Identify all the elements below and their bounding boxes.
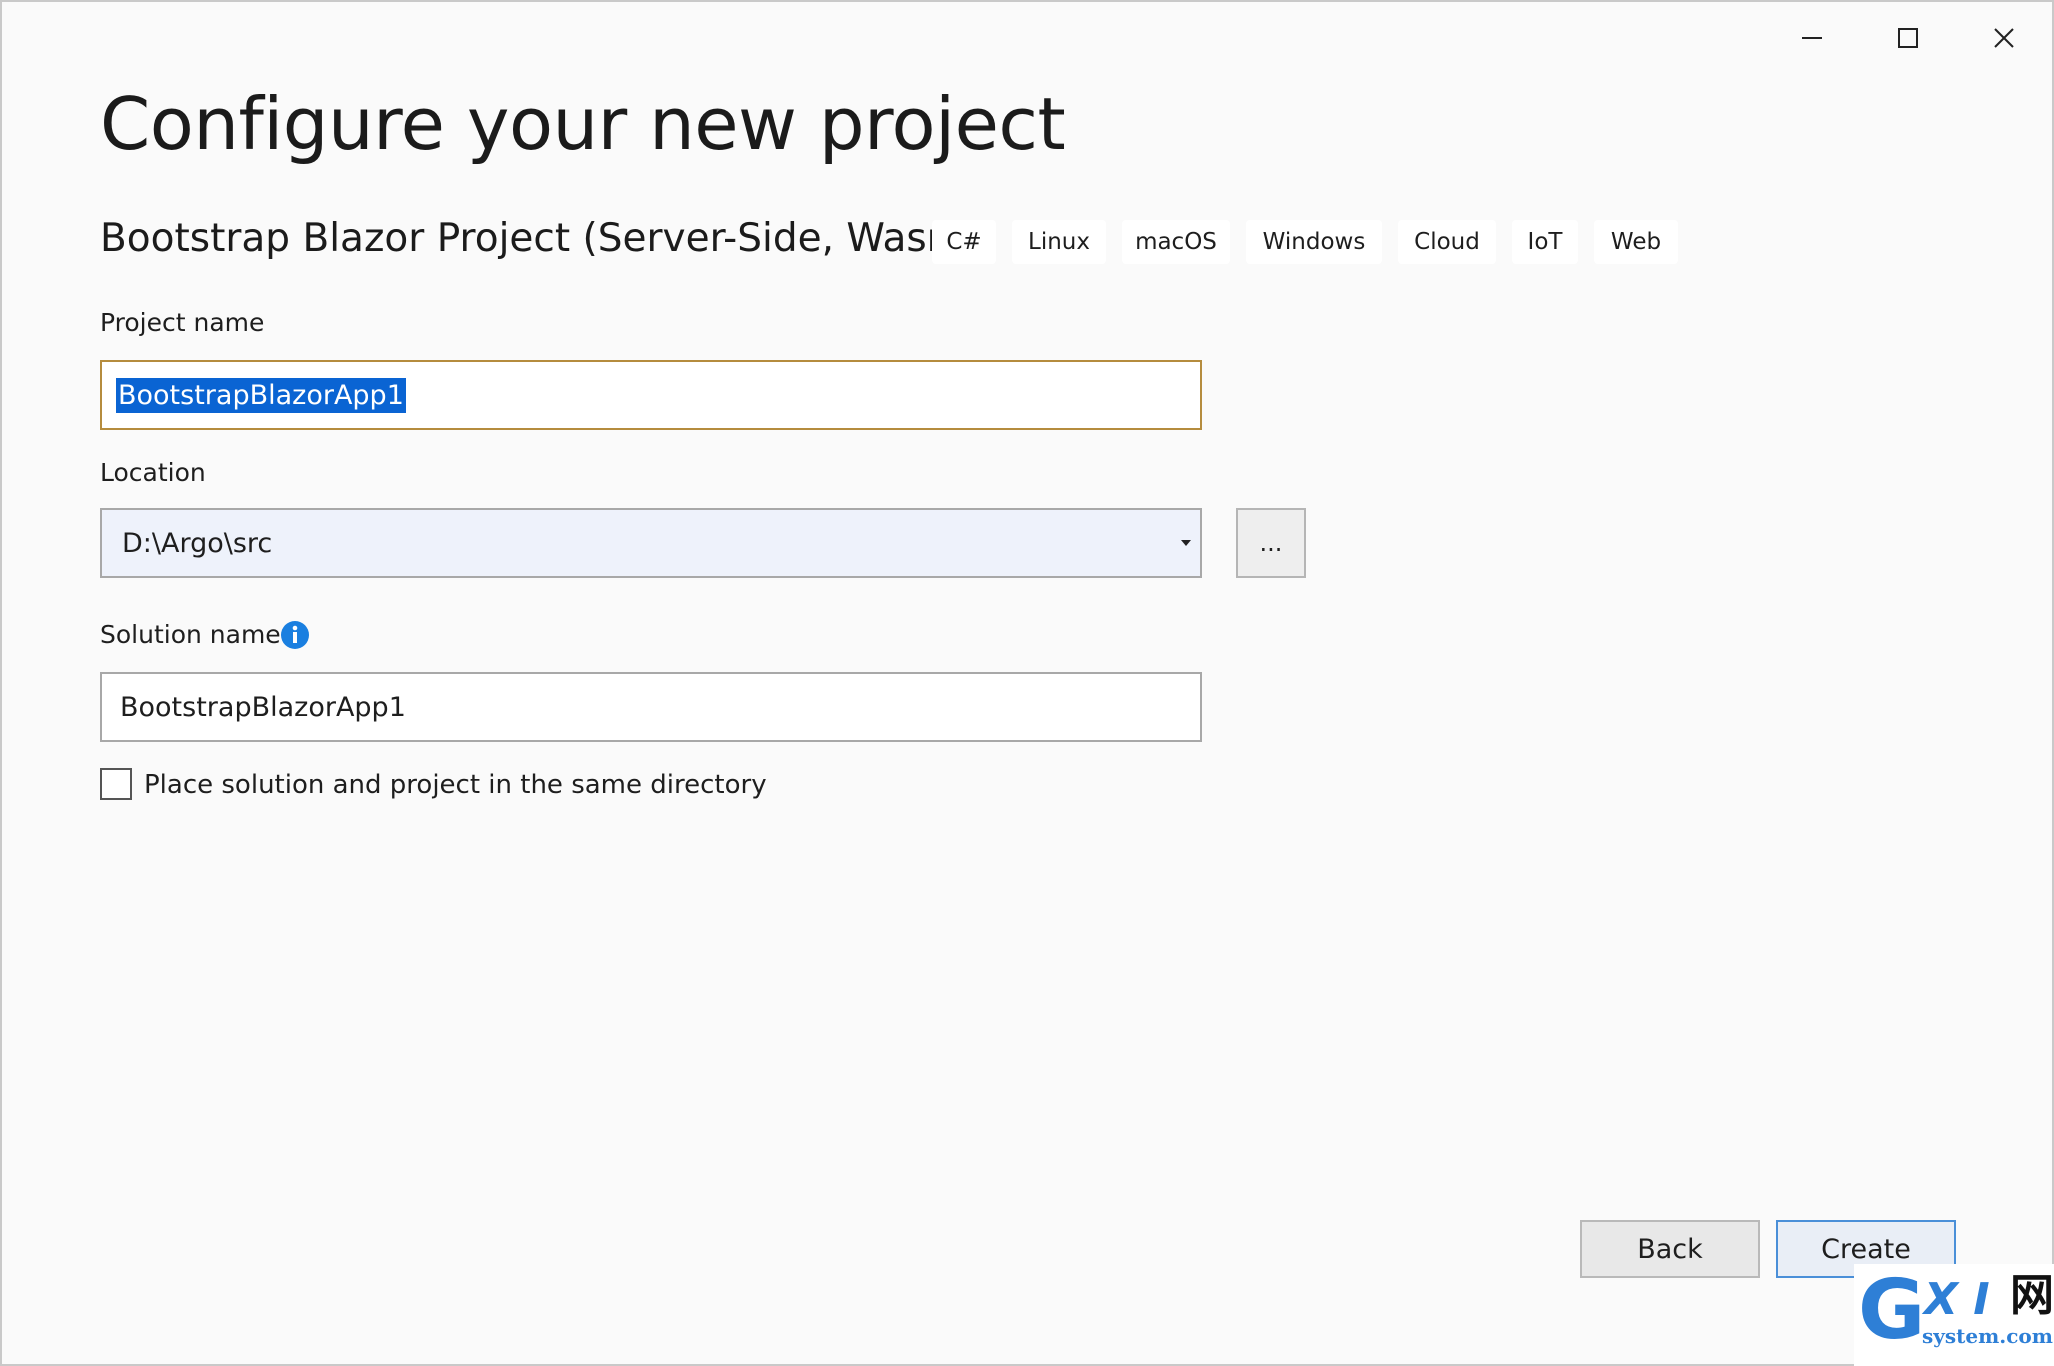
watermark-wang: 网 [2010, 1270, 2054, 1321]
minimize-icon [1800, 26, 1824, 50]
location-combobox[interactable]: D:\Argo\src [100, 508, 1202, 578]
tag-web: Web [1594, 220, 1678, 264]
back-button[interactable]: Back [1580, 1220, 1760, 1278]
template-name: Bootstrap Blazor Project (Server-Side, W… [100, 216, 980, 261]
solution-name-value: BootstrapBlazorApp1 [120, 691, 406, 723]
solution-name-label: Solution name [100, 620, 281, 649]
maximize-icon [1896, 26, 1920, 50]
solution-name-input[interactable]: BootstrapBlazorApp1 [100, 672, 1202, 742]
watermark-g: G [1858, 1263, 1926, 1358]
dialog-window: Configure your new project Bootstrap Bla… [0, 0, 2054, 1366]
tag-windows: Windows [1246, 220, 1382, 264]
minimize-button[interactable] [1772, 10, 1852, 66]
location-value: D:\Argo\src [122, 527, 273, 559]
site-watermark-logo: G X I 网 system.com [1854, 1264, 2054, 1366]
tag-csharp: C# [932, 220, 996, 264]
tag-iot: IoT [1512, 220, 1578, 264]
project-name-label: Project name [100, 308, 265, 337]
project-name-value: BootstrapBlazorApp1 [116, 377, 406, 413]
watermark-domain: system.com [1922, 1324, 2053, 1348]
same-directory-label[interactable]: Place solution and project in the same d… [144, 770, 767, 800]
dropdown-arrow-icon[interactable] [1172, 510, 1200, 576]
tag-macos: macOS [1122, 220, 1230, 264]
close-button[interactable] [1964, 10, 2044, 66]
tag-linux: Linux [1012, 220, 1106, 264]
maximize-button[interactable] [1868, 10, 1948, 66]
info-icon[interactable] [280, 620, 310, 650]
tag-cloud: Cloud [1398, 220, 1496, 264]
page-title: Configure your new project [100, 82, 1066, 166]
browse-button[interactable]: ... [1236, 508, 1306, 578]
project-name-input[interactable]: BootstrapBlazorApp1 [100, 360, 1202, 430]
location-label: Location [100, 458, 206, 487]
close-icon [1992, 26, 2016, 50]
watermark-xi: X I [1924, 1274, 1990, 1325]
same-directory-checkbox[interactable] [100, 768, 132, 800]
